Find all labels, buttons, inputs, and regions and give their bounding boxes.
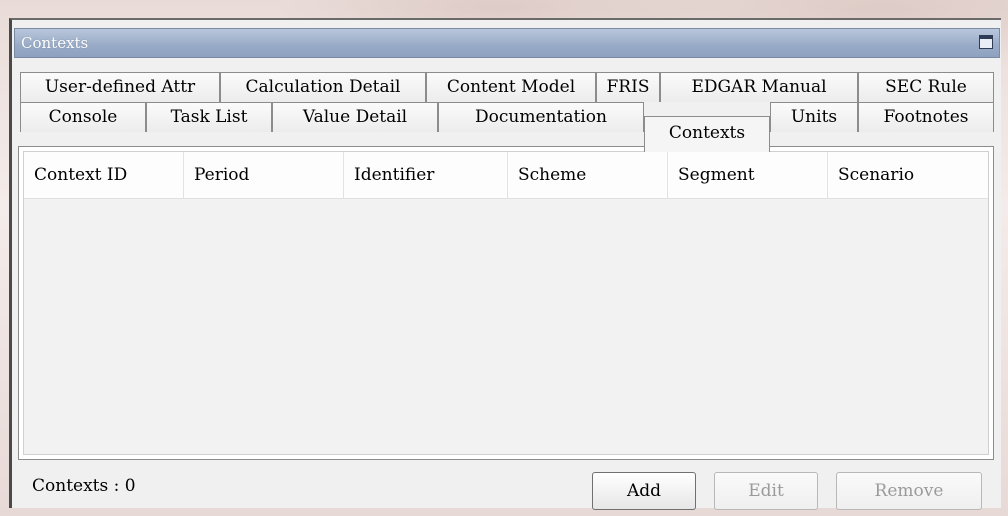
tab-units[interactable]: Units bbox=[770, 102, 858, 132]
contexts-panel: Contexts User-defined Attr Calculation D… bbox=[14, 28, 1000, 510]
tab-contexts[interactable]: Contexts bbox=[644, 116, 770, 152]
panel-titlebar[interactable]: Contexts bbox=[14, 28, 1000, 58]
tab-documentation[interactable]: Documentation bbox=[438, 102, 644, 132]
tab-console[interactable]: Console bbox=[20, 102, 146, 132]
panel-footer: Contexts : 0 Add Edit Remove bbox=[14, 468, 1000, 510]
remove-button[interactable]: Remove bbox=[836, 472, 982, 510]
maximize-icon[interactable] bbox=[979, 35, 993, 49]
tab-edgar-manual[interactable]: EDGAR Manual bbox=[660, 72, 858, 102]
edit-button[interactable]: Edit bbox=[714, 472, 818, 510]
tab-value-detail[interactable]: Value Detail bbox=[272, 102, 438, 132]
tab-fris[interactable]: FRIS bbox=[596, 72, 660, 102]
column-header-period[interactable]: Period bbox=[184, 152, 344, 198]
column-header-segment[interactable]: Segment bbox=[668, 152, 828, 198]
column-header-identifier[interactable]: Identifier bbox=[344, 152, 508, 198]
tab-task-list[interactable]: Task List bbox=[146, 102, 272, 132]
tab-calculation-detail[interactable]: Calculation Detail bbox=[220, 72, 426, 102]
contexts-count: Contexts : 0 bbox=[32, 476, 136, 496]
tab-sec-rule[interactable]: SEC Rule bbox=[858, 72, 994, 102]
add-button[interactable]: Add bbox=[592, 472, 696, 510]
tab-bar: User-defined Attr Calculation Detail Con… bbox=[14, 72, 1000, 152]
column-header-scheme[interactable]: Scheme bbox=[508, 152, 668, 198]
contexts-table[interactable]: Context ID Period Identifier Scheme Segm… bbox=[23, 151, 989, 455]
tab-user-defined-attr[interactable]: User-defined Attr bbox=[20, 72, 220, 102]
contexts-tab-content: Context ID Period Identifier Scheme Segm… bbox=[18, 146, 994, 460]
column-header-context-id[interactable]: Context ID bbox=[24, 152, 184, 198]
table-header: Context ID Period Identifier Scheme Segm… bbox=[24, 152, 988, 199]
panel-title: Contexts bbox=[21, 34, 89, 52]
tab-footnotes[interactable]: Footnotes bbox=[858, 102, 994, 132]
tab-content-model[interactable]: Content Model bbox=[426, 72, 596, 102]
column-header-scenario[interactable]: Scenario bbox=[828, 152, 988, 198]
